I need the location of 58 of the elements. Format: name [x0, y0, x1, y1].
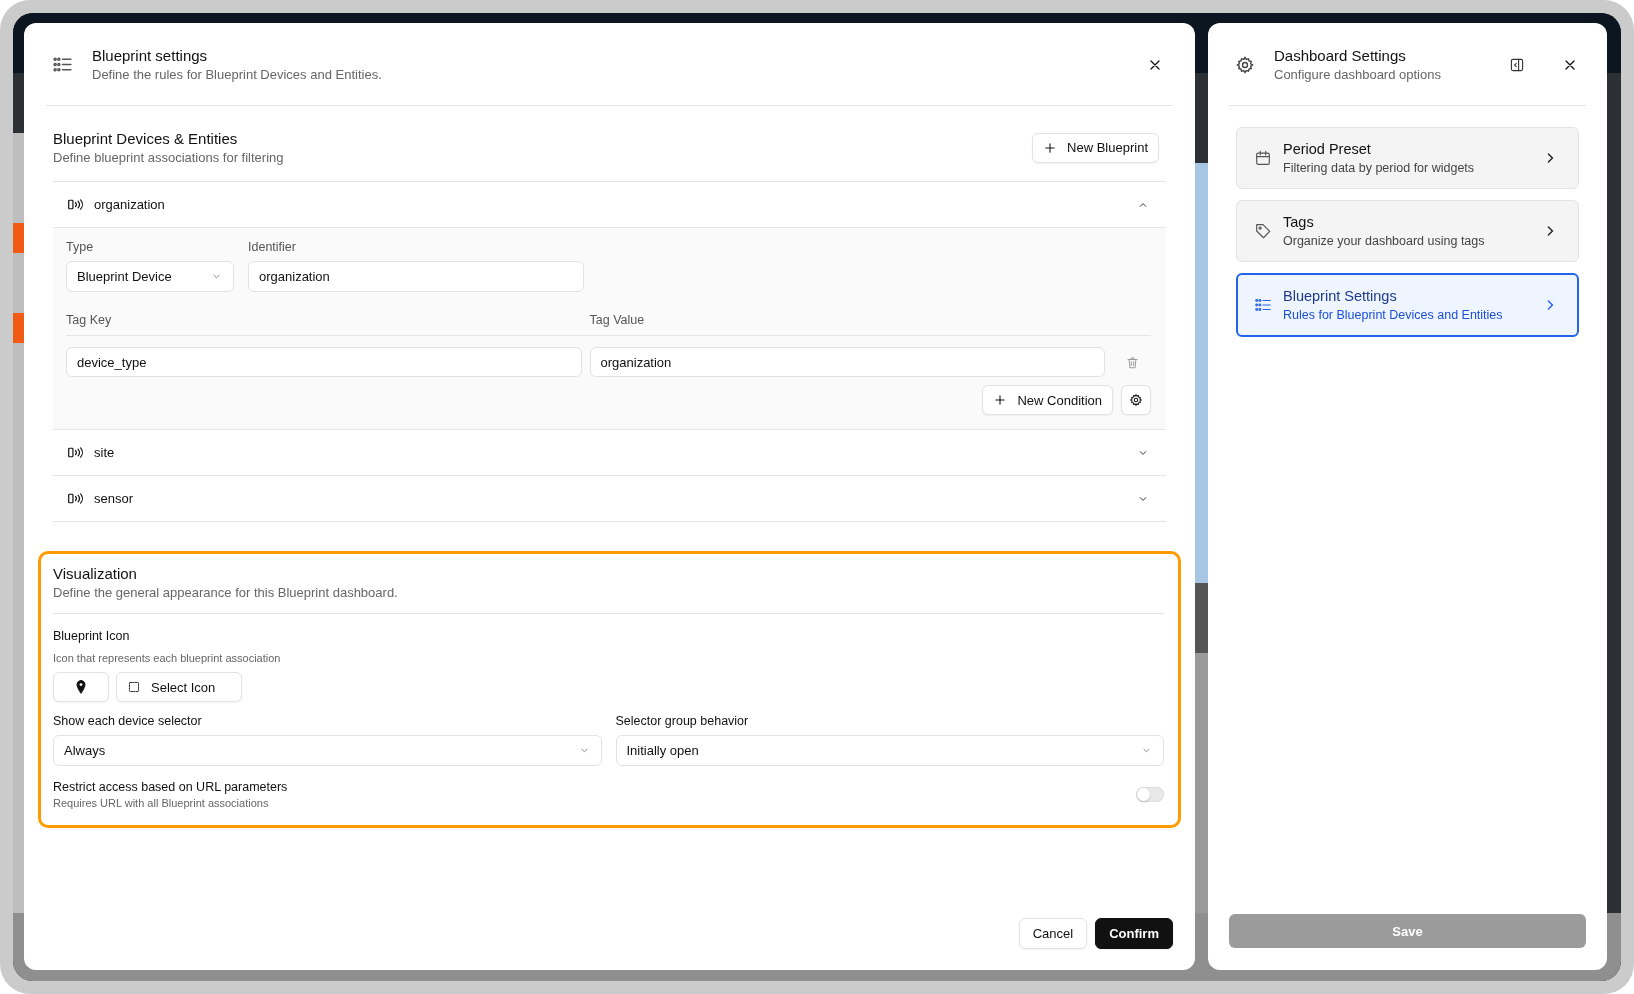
panel-title: Dashboard Settings	[1274, 47, 1407, 64]
device-signal-icon	[67, 444, 84, 461]
field-label: Identifier	[248, 240, 297, 254]
type-select[interactable]: Blueprint Device	[66, 261, 234, 292]
section-title: Visualization	[53, 565, 138, 582]
tag-key-field[interactable]: device_type	[66, 347, 582, 377]
card-title: Tags	[1283, 214, 1315, 230]
list-icon	[1254, 296, 1272, 314]
blueprint-name[interactable]: sensor	[94, 491, 1126, 506]
hint-text: Icon that represents each blueprint association	[53, 652, 282, 664]
calendar-icon	[1254, 149, 1272, 167]
section-title: Blueprint Devices & Entities	[53, 130, 239, 147]
settings-card[interactable]: Blueprint Settings Rules for Blueprint Devices and Entities	[1236, 273, 1579, 337]
field-label: Blueprint Icon	[53, 629, 131, 643]
device-signal-icon	[67, 490, 84, 507]
sidebar-toggle-icon[interactable]	[1509, 56, 1525, 73]
blueprint-name[interactable]: organization	[94, 197, 1126, 212]
trash-icon[interactable]	[1124, 354, 1140, 370]
card-subtitle: Organize your dashboard using tags	[1283, 234, 1486, 248]
icon-preview-button[interactable]	[53, 672, 109, 702]
settings-icon	[1235, 54, 1255, 75]
card-subtitle: Filtering data by period for widgets	[1283, 161, 1476, 175]
section-subtitle: Define the general appearance for this Blueprint dashboard.	[53, 585, 399, 600]
cancel-button[interactable]: Cancel	[1018, 918, 1088, 949]
new-blueprint-button[interactable]: New Blueprint	[1032, 132, 1159, 163]
column-label: Tag Value	[589, 313, 646, 327]
dialog-subtitle: Define the rules for Blueprint Devices and Entities.	[92, 67, 383, 82]
plus-icon	[993, 393, 1008, 407]
card-subtitle: Rules for Blueprint Devices and Entities	[1283, 308, 1504, 322]
field-label: Selector group behavior	[615, 714, 750, 728]
dialog-title: Blueprint settings	[92, 47, 209, 64]
settings-button[interactable]	[1121, 385, 1151, 415]
map-pin-icon	[73, 679, 89, 695]
dashed-square-icon	[127, 680, 141, 694]
field-label: Type	[66, 240, 95, 254]
card-title: Blueprint Settings	[1283, 288, 1398, 304]
plus-icon	[1043, 140, 1058, 155]
field-label: Show each device selector	[53, 714, 203, 728]
device-signal-icon	[67, 196, 84, 213]
settings-icon	[1129, 393, 1143, 407]
dropdown-field[interactable]: Initially open	[615, 735, 1164, 766]
tag-icon	[1254, 222, 1272, 240]
card-title: Period Preset	[1283, 141, 1372, 157]
new-condition-button[interactable]: New Condition	[982, 385, 1113, 415]
tag-value-field[interactable]: organization	[589, 347, 1105, 377]
toggle-switch[interactable]	[1136, 787, 1164, 802]
column-label: Tag Key	[66, 313, 113, 327]
section-subtitle: Define blueprint associations for filtering	[53, 150, 284, 165]
settings-card[interactable]: Tags Organize your dashboard using tags	[1236, 200, 1579, 262]
panel-subtitle: Configure dashboard options	[1274, 67, 1442, 82]
confirm-button[interactable]: Confirm	[1095, 918, 1173, 949]
select-icon-button[interactable]: Select Icon	[116, 672, 242, 702]
dropdown-field[interactable]: Always	[53, 735, 602, 766]
blueprint-name[interactable]: site	[94, 445, 1126, 460]
hint-text: Requires URL with all Blueprint associations	[53, 797, 270, 809]
identifier-field[interactable]: organization	[248, 261, 584, 292]
settings-card[interactable]: Period Preset Filtering data by period for widgets	[1236, 127, 1579, 189]
setting-label: Restrict access based on URL parameters	[53, 780, 289, 794]
